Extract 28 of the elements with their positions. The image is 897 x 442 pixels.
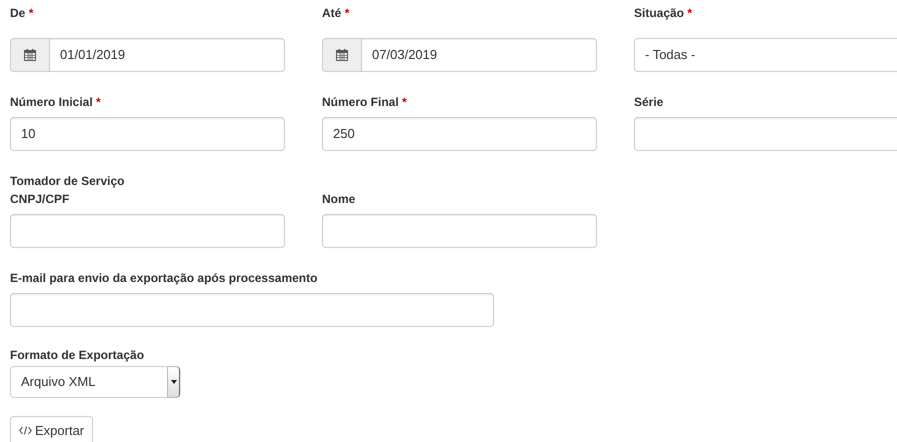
field-label: Número Final * (322, 94, 408, 110)
input-field[interactable] (322, 214, 597, 248)
code-icon (19, 426, 32, 436)
calendar-button[interactable] (10, 38, 50, 72)
calendar-icon (24, 49, 36, 61)
field-label: Série (634, 94, 664, 110)
calendar-button[interactable] (322, 38, 362, 72)
input-field[interactable]: 250 (322, 117, 597, 151)
field-label: Número Inicial * (10, 94, 102, 110)
field-label: De * (10, 5, 34, 21)
input-field[interactable]: 10 (10, 117, 285, 151)
section-heading: Tomador de Serviço (10, 173, 126, 189)
field-label: Nome (322, 191, 356, 207)
field-label: CNPJ/CPF (10, 191, 70, 207)
input-field[interactable] (634, 117, 897, 151)
field-label: E-mail para envio da exportação após processamento (10, 270, 318, 286)
input-field[interactable] (10, 214, 285, 248)
input-field[interactable] (10, 293, 494, 327)
date-field[interactable]: 01/01/2019 (49, 38, 285, 72)
calendar-icon (336, 49, 348, 61)
date-field[interactable]: 07/03/2019 (361, 38, 597, 72)
select-field[interactable]: - Todas - (634, 38, 897, 72)
select-field[interactable]: Arquivo XML (10, 366, 180, 398)
field-label: Situação * (634, 5, 694, 21)
caret-icon (170, 380, 176, 384)
field-label: Formato de Exportação (10, 347, 146, 363)
field-label: Até * (322, 5, 350, 21)
export-button[interactable]: Exportar (10, 416, 94, 442)
